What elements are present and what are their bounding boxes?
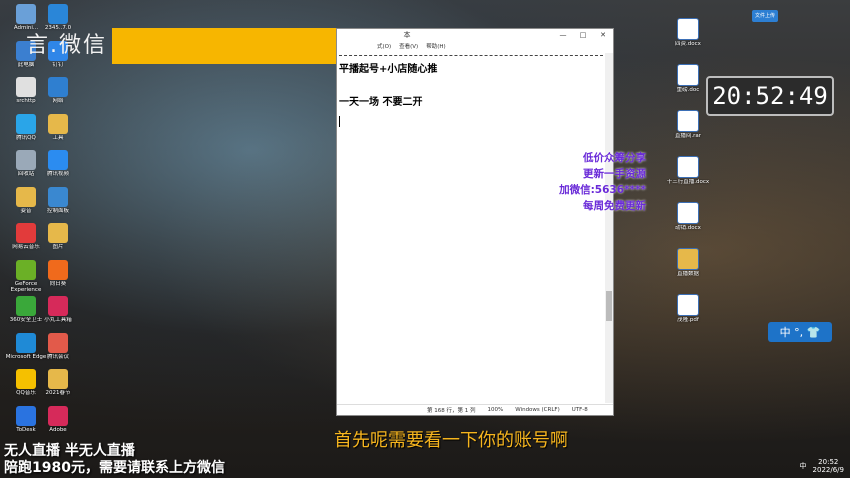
desktop-icon-label: Adobe: [49, 426, 67, 433]
menu-help[interactable]: 帮助(H): [426, 42, 445, 50]
document-icon: [677, 18, 699, 40]
app-icon: [48, 296, 68, 316]
app-icon: [48, 223, 68, 243]
text-cursor: [339, 116, 340, 127]
line-ending: Windows (CRLF): [515, 407, 560, 413]
app-icon: [16, 405, 36, 426]
document-icon: [677, 110, 699, 132]
desktop-icon-label: 向日葵: [49, 280, 67, 287]
desktop-icon-label: 工具: [52, 134, 64, 141]
desktop-icon-label: 十三行直播.docx: [666, 179, 710, 185]
app-icon: [16, 186, 36, 207]
minimize-button[interactable]: —: [553, 31, 573, 39]
app-icon: [16, 77, 36, 97]
app-icon: [48, 113, 68, 134]
desktop-clock-widget: 20:52:49: [706, 76, 834, 116]
text-line-1: 平播起号+小店随心推: [339, 64, 438, 75]
desktop-icon-label: 小丸工具箱: [44, 317, 72, 323]
video-subtitle: 首先呢需要看一下你的账号啊: [334, 430, 568, 451]
app-icon: [48, 77, 68, 97]
promo-line-1: 低价众筹分享: [583, 152, 646, 164]
app-icon: [16, 223, 36, 243]
desktop-icon-label: 网络: [52, 98, 64, 104]
app-icon: [48, 405, 68, 426]
document-icon: [677, 294, 699, 316]
app-icon: [16, 332, 36, 353]
app-icon: [48, 4, 68, 24]
zoom-level: 100%: [487, 407, 504, 413]
app-icon: [48, 186, 68, 207]
app-icon: [48, 332, 68, 353]
document-icon: [677, 202, 699, 224]
menu-format[interactable]: 式(O): [377, 42, 391, 50]
notepad-statusbar: 第 168 行，第 1 列 100% Windows (CRLF) UTF-8: [337, 404, 613, 415]
menu-view[interactable]: 查看(V): [399, 42, 418, 50]
desktop-icon-label: 动销.docx: [675, 225, 701, 231]
notepad-text-area[interactable]: 平播起号+小店随心推 一天一场 不要二开: [339, 53, 603, 403]
upload-badge[interactable]: 文件上传: [752, 10, 778, 22]
desktop-icon-label: 四资.docx: [675, 41, 701, 47]
notepad-titlebar: 本 — □ ✕: [337, 29, 613, 41]
app-icon: [16, 296, 36, 316]
desktop-icon[interactable]: 直播间.rar: [664, 108, 712, 154]
app-icon: [16, 259, 36, 280]
taskbar-time: 20:52: [818, 458, 839, 466]
desktop-icon-label: 控制面板: [46, 207, 69, 214]
promo-line-4: 每周免费更新: [583, 200, 646, 212]
notepad-menubar: 式(O) 查看(V) 帮助(H): [337, 41, 613, 51]
overlay-caption-line-2: 陪跑1980元，需要请联系上方微信: [4, 460, 225, 476]
desktop-icon-label: 图片: [52, 244, 64, 250]
document-icon: [677, 248, 699, 270]
app-icon: [16, 4, 36, 24]
promo-line-2: 更新一手资源: [583, 168, 646, 180]
desktop-icon[interactable]: 直播数据: [664, 246, 712, 292]
scrollbar-thumb[interactable]: [606, 291, 612, 321]
vertical-scrollbar[interactable]: [605, 53, 613, 403]
desktop-icon-label: 直播数据: [676, 271, 699, 277]
overlay-wechat-label: 言.微信: [26, 33, 107, 58]
promo-overlay: 低价众筹分享 更新一手资源 加微信:5636**** 每周免费更新: [556, 150, 646, 214]
desktop-icon-label: 重磅.doc: [676, 87, 700, 93]
language-indicator[interactable]: 中: [800, 461, 807, 471]
desktop-icon[interactable]: 十三行直播.docx: [664, 154, 712, 200]
cursor-position: 第 168 行，第 1 列: [427, 408, 476, 414]
system-tray: 中 20:52 2022/6/9: [800, 458, 844, 474]
taskbar-clock[interactable]: 20:52 2022/6/9: [813, 458, 844, 474]
encoding: UTF-8: [571, 407, 588, 413]
maximize-button[interactable]: □: [573, 31, 593, 39]
text-line-2: 一天一场 不要二开: [339, 97, 423, 108]
app-icon: [48, 150, 68, 170]
desktop-icon-label: 茂隆.pdf: [677, 317, 699, 323]
taskbar-date: 2022/6/9: [812, 466, 844, 474]
document-icon: [677, 64, 699, 86]
desktop-icon[interactable]: 四资.docx: [664, 16, 712, 62]
promo-line-3: 加微信:5636****: [559, 184, 646, 196]
desktop-icon[interactable]: 茂隆.pdf: [664, 292, 712, 338]
app-icon: [16, 150, 36, 170]
app-icon: [48, 369, 68, 389]
document-icon: [677, 156, 699, 178]
desktop-icon-label: 钉钉: [52, 61, 64, 68]
separator-line: [339, 55, 603, 56]
app-icon: [48, 259, 68, 280]
app-icon: [16, 113, 36, 134]
notepad-title: 本: [403, 31, 411, 39]
close-button[interactable]: ✕: [593, 31, 613, 39]
desktop-icon-label: 直播间.rar: [674, 133, 702, 139]
desktop-icon-label: 2021春节: [45, 390, 71, 396]
desktop-icon[interactable]: 动销.docx: [664, 200, 712, 246]
desktop-icon-label: 腾讯视频: [46, 171, 69, 177]
desktop-icon[interactable]: 重磅.doc: [664, 62, 712, 108]
notepad-window: 本 — □ ✕ 式(O) 查看(V) 帮助(H) 平播起号+小店随心推 一天一场…: [336, 28, 614, 416]
ime-toolbar[interactable]: 中 °, 👕: [768, 322, 832, 342]
desktop-icon-label: 腾讯会议: [46, 353, 69, 360]
app-icon: [16, 369, 36, 389]
